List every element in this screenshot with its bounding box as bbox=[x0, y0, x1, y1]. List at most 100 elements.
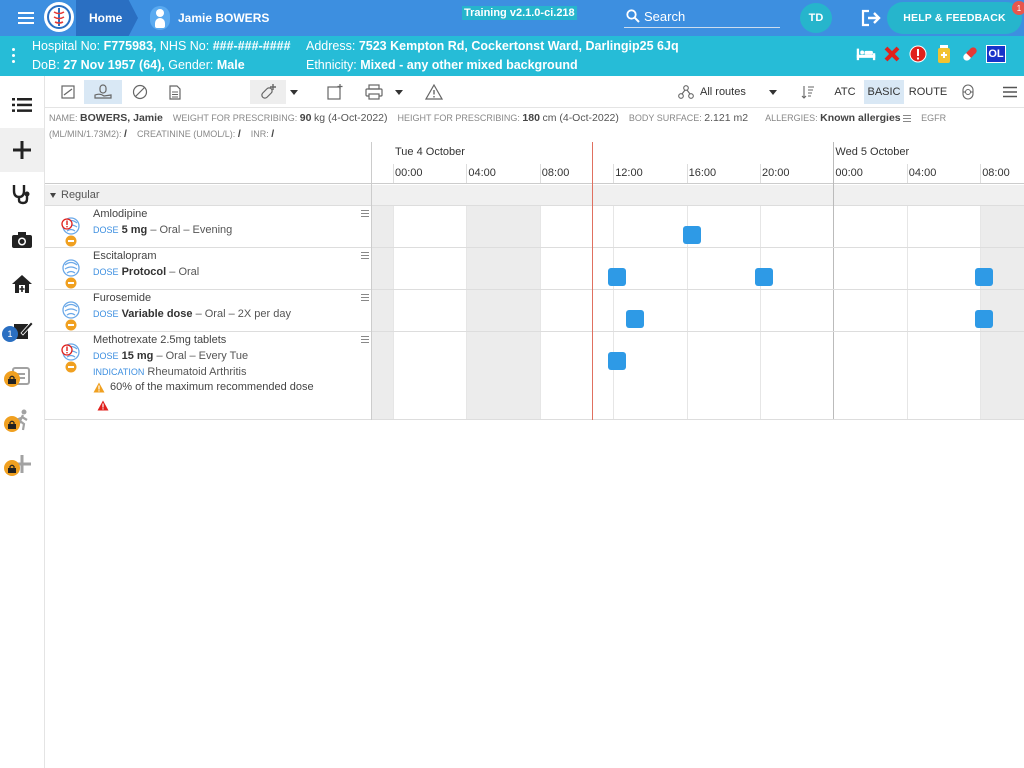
more-menu-icon[interactable] bbox=[1000, 80, 1020, 104]
allergies-menu-icon[interactable] bbox=[903, 115, 912, 123]
add-medication-icon[interactable] bbox=[250, 80, 286, 104]
medication-dose: DOSE Protocol – Oral bbox=[93, 266, 199, 278]
banner-more-icon[interactable] bbox=[12, 48, 16, 66]
ol-badge[interactable]: OL bbox=[986, 45, 1006, 63]
medication-name[interactable]: Amlodipine bbox=[93, 208, 147, 220]
bsa-label: BODY SURFACE: bbox=[628, 113, 702, 123]
creatinine-value: / bbox=[237, 128, 241, 140]
print-dropdown-icon[interactable] bbox=[393, 80, 405, 104]
document-icon[interactable] bbox=[165, 80, 185, 104]
print-icon[interactable] bbox=[363, 80, 385, 104]
patient-breadcrumb[interactable]: Jamie BOWERS bbox=[150, 0, 269, 36]
add-medication-dropdown-icon[interactable] bbox=[288, 80, 300, 104]
calendar-add-icon[interactable] bbox=[324, 80, 346, 104]
collapse-triangle-icon[interactable] bbox=[50, 193, 56, 198]
hour-label: 00:00 bbox=[395, 167, 423, 179]
medication-row[interactable]: Escitalopram DOSE Protocol – Oral bbox=[45, 248, 1024, 290]
user-avatar[interactable]: TD bbox=[800, 3, 832, 33]
warning-icon[interactable] bbox=[423, 80, 445, 104]
dose-label: DOSE bbox=[93, 225, 119, 235]
home-breadcrumb[interactable]: Home bbox=[76, 0, 138, 36]
nav-stethoscope-icon[interactable] bbox=[0, 172, 44, 216]
group-label: Regular bbox=[61, 189, 100, 201]
medication-row[interactable]: Methotrexate 2.5mg tablets DOSE 15 mg – O… bbox=[45, 332, 1024, 420]
scheduled-dose-box[interactable] bbox=[607, 352, 626, 370]
nav-home-icon[interactable] bbox=[0, 262, 44, 306]
row-menu-icon[interactable] bbox=[361, 252, 369, 261]
dose-value: 5 mg bbox=[121, 224, 148, 236]
allergy-alert-icon[interactable] bbox=[908, 44, 928, 64]
height-label: HEIGHT FOR PRESCRIBING: bbox=[397, 113, 520, 123]
medication-row[interactable]: Amlodipine DOSE 5 mg – Oral – Evening bbox=[45, 206, 1024, 248]
route-view-button[interactable]: ROUTE bbox=[908, 80, 948, 104]
help-feedback-button[interactable]: HELP & FEEDBACK bbox=[887, 2, 1022, 34]
nav-camera-icon[interactable] bbox=[0, 218, 44, 262]
medication-icon bbox=[59, 214, 83, 248]
nav-add-icon[interactable] bbox=[0, 128, 44, 172]
bsa-value: 2.121 m2 bbox=[704, 112, 749, 124]
medication-dose: DOSE 15 mg – Oral – Every Tue bbox=[93, 350, 248, 362]
group-header-regular[interactable]: Regular bbox=[45, 185, 1024, 206]
routes-select[interactable]: All routes bbox=[678, 80, 790, 104]
dose-detail: – Oral bbox=[169, 266, 200, 278]
basic-view-button[interactable]: BASIC bbox=[864, 80, 904, 104]
logout-icon[interactable] bbox=[860, 8, 882, 28]
scheduled-dose-box[interactable] bbox=[754, 268, 773, 286]
pill-icon[interactable] bbox=[960, 44, 980, 64]
medication-name[interactable]: Furosemide bbox=[93, 292, 151, 304]
row-menu-icon[interactable] bbox=[361, 210, 369, 219]
day-divider bbox=[833, 142, 835, 206]
nav-list-icon[interactable] bbox=[0, 83, 44, 127]
capsule-icon[interactable] bbox=[957, 80, 979, 104]
warning-text: 60% of the maximum recommended dose bbox=[110, 381, 314, 393]
tablet-icon[interactable] bbox=[129, 80, 151, 104]
creatinine-label: CREATININE (UMOL/L): bbox=[136, 129, 236, 139]
menu-icon[interactable] bbox=[16, 9, 36, 27]
administer-icon[interactable] bbox=[84, 80, 122, 104]
scheduled-dose-box[interactable] bbox=[974, 268, 993, 286]
sort-icon[interactable] bbox=[799, 80, 817, 104]
scheduled-dose-box[interactable] bbox=[683, 226, 702, 244]
name-label: NAME: bbox=[49, 113, 78, 123]
weight-value: 90 bbox=[299, 112, 312, 124]
dose-value: Variable dose bbox=[121, 308, 193, 320]
hospital-nhs-line: Hospital No: F775983, NHS No: ###-###-##… bbox=[32, 39, 291, 53]
dob-gender-line: DoB: 27 Nov 1957 (64), Gender: Male bbox=[32, 58, 245, 72]
hour-label: 04:00 bbox=[468, 167, 496, 179]
routes-icon bbox=[678, 85, 694, 99]
patient-name: Jamie BOWERS bbox=[178, 11, 270, 25]
atc-view-button[interactable]: ATC bbox=[832, 80, 858, 104]
medication-name[interactable]: Methotrexate 2.5mg tablets bbox=[93, 334, 226, 346]
medication-name[interactable]: Escitalopram bbox=[93, 250, 157, 262]
medication-bottle-icon[interactable] bbox=[934, 44, 954, 64]
scheduled-dose-box[interactable] bbox=[626, 310, 645, 328]
dose-warning: 60% of the maximum recommended dose bbox=[93, 381, 314, 393]
view-icon[interactable] bbox=[57, 80, 79, 104]
hospital-no: F775983, bbox=[103, 39, 157, 53]
version-label: Training v2.1.0-ci.218 bbox=[462, 6, 577, 20]
x-alert-icon[interactable] bbox=[882, 44, 902, 64]
hour-tick bbox=[539, 164, 541, 183]
hour-label: 20:00 bbox=[762, 167, 790, 179]
egfr-label: EGFR bbox=[921, 113, 947, 123]
bed-icon[interactable] bbox=[856, 44, 876, 64]
medication-dose: DOSE Variable dose – Oral – 2X per day bbox=[93, 308, 291, 320]
hour-label: 08:00 bbox=[982, 167, 1010, 179]
routes-label: All routes bbox=[700, 86, 746, 98]
search-field[interactable]: Search bbox=[624, 5, 780, 28]
inr-label: INR: bbox=[250, 129, 269, 139]
medication-row[interactable]: Furosemide DOSE Variable dose – Oral – 2X… bbox=[45, 290, 1024, 332]
hour-label: 12:00 bbox=[615, 167, 643, 179]
warning-icon bbox=[93, 382, 105, 392]
allergies-label: ALLERGIES: bbox=[765, 113, 818, 123]
hour-label: 08:00 bbox=[541, 167, 570, 179]
row-menu-icon[interactable] bbox=[361, 336, 369, 345]
height-unit: cm (4-Oct-2022) bbox=[542, 112, 619, 124]
scheduled-dose-box[interactable] bbox=[974, 310, 993, 328]
red-alert-icon[interactable] bbox=[97, 400, 109, 414]
scheduled-dose-box[interactable] bbox=[607, 268, 626, 286]
allergies-value[interactable]: Known allergies bbox=[820, 112, 901, 124]
row-menu-icon[interactable] bbox=[361, 294, 369, 303]
app-logo[interactable] bbox=[44, 2, 74, 32]
top-bar: Home Jamie BOWERS Training v2.1.0-ci.218… bbox=[0, 0, 1024, 36]
